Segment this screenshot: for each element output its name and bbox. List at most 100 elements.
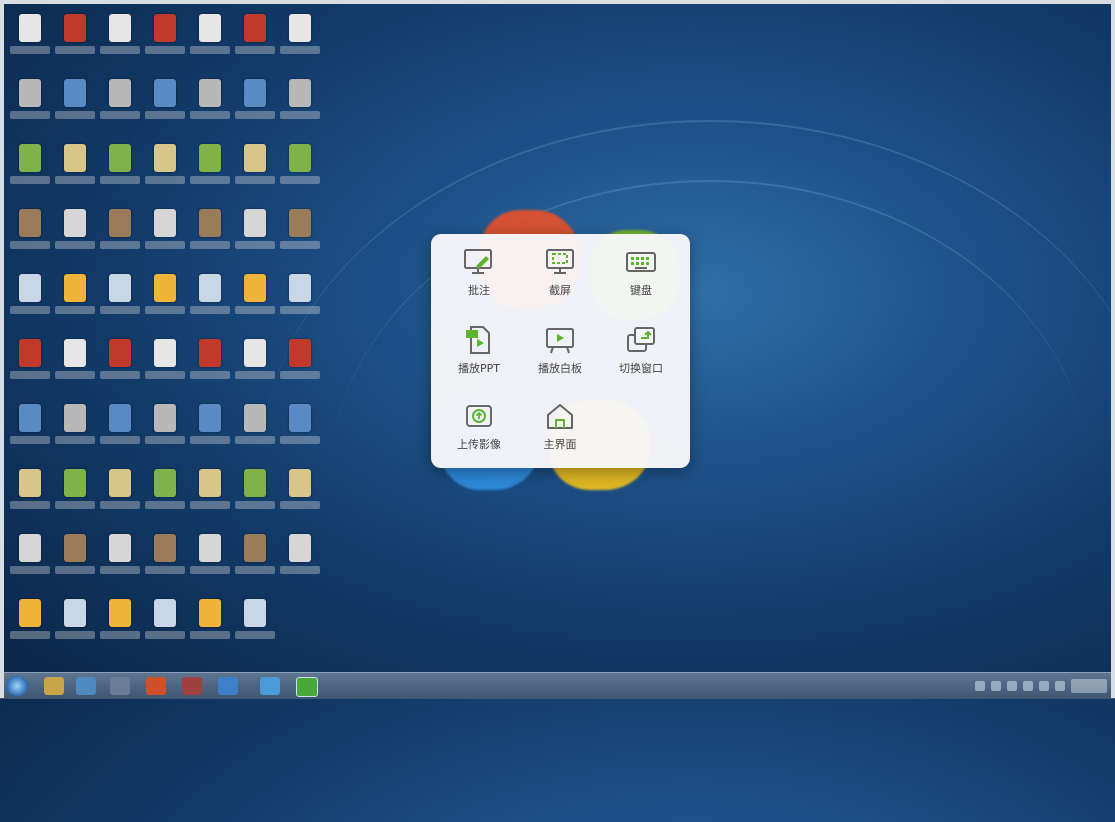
- desktop-shortcut-icon[interactable]: [8, 138, 52, 202]
- desktop-shortcut-icon[interactable]: [53, 463, 97, 527]
- desktop-shortcut-icon[interactable]: [53, 203, 97, 267]
- desktop-shortcut-icon[interactable]: [143, 463, 187, 527]
- file-explorer-icon[interactable]: [44, 677, 64, 695]
- desktop-shortcut-icon[interactable]: [98, 73, 142, 137]
- desktop-shortcut-icon[interactable]: [188, 398, 232, 462]
- desktop-shortcut-icon[interactable]: [53, 528, 97, 592]
- desktop-shortcut-icon[interactable]: [233, 203, 277, 267]
- desktop-shortcut-icon[interactable]: [98, 333, 142, 397]
- desktop-shortcut-icon[interactable]: [8, 398, 52, 462]
- desktop-shortcut-icon[interactable]: [143, 203, 187, 267]
- desktop-shortcut-icon[interactable]: [188, 8, 232, 72]
- desktop-shortcut-icon[interactable]: [233, 73, 277, 137]
- desktop-shortcut-icon[interactable]: [143, 8, 187, 72]
- desktop-shortcut-icon[interactable]: [98, 268, 142, 332]
- desktop-shortcut-icon[interactable]: [53, 333, 97, 397]
- desktop-shortcut-icon[interactable]: [233, 398, 277, 462]
- tray-icon[interactable]: [1039, 681, 1049, 691]
- desktop-shortcut-icon[interactable]: [233, 463, 277, 527]
- desktop-shortcut-icon[interactable]: [143, 268, 187, 332]
- desktop-shortcut-icon[interactable]: [98, 463, 142, 527]
- desktop-shortcut-icon[interactable]: [98, 593, 142, 657]
- desktop-shortcut-icon[interactable]: [188, 268, 232, 332]
- app-icon[interactable]: [296, 677, 318, 697]
- desktop-shortcut-icon[interactable]: [53, 593, 97, 657]
- desktop-shortcut-icon[interactable]: [53, 398, 97, 462]
- desktop-shortcut-icon[interactable]: [188, 73, 232, 137]
- play-ppt-button[interactable]: 播放PPT: [444, 324, 514, 386]
- play-whiteboard-icon: [546, 328, 574, 354]
- desktop-shortcut-icon[interactable]: [233, 333, 277, 397]
- shortcut-label: [100, 306, 140, 314]
- desktop-shortcut-icon[interactable]: [143, 73, 187, 137]
- desktop-shortcut-icon[interactable]: [233, 8, 277, 72]
- desktop-shortcut-icon[interactable]: [98, 528, 142, 592]
- app-icon[interactable]: [110, 677, 130, 695]
- desktop-shortcut-icon[interactable]: [53, 8, 97, 72]
- app-icon[interactable]: [182, 677, 202, 695]
- desktop-shortcut-icon[interactable]: [233, 138, 277, 202]
- desktop-shortcut-icon[interactable]: [233, 593, 277, 657]
- app-icon[interactable]: [218, 677, 238, 695]
- desktop-shortcut-icon[interactable]: [143, 593, 187, 657]
- desktop-shortcut-icon[interactable]: [188, 593, 232, 657]
- desktop-shortcut-icon[interactable]: [53, 138, 97, 202]
- desktop-shortcut-icon[interactable]: [143, 398, 187, 462]
- desktop-shortcut-icon[interactable]: [53, 73, 97, 137]
- desktop-shortcut-icon[interactable]: [8, 593, 52, 657]
- home-button[interactable]: 主界面: [525, 400, 595, 462]
- desktop-shortcut-icon[interactable]: [188, 333, 232, 397]
- start-button[interactable]: [6, 676, 28, 696]
- desktop-shortcut-icon[interactable]: [278, 8, 322, 72]
- desktop-shortcut-icon[interactable]: [143, 333, 187, 397]
- desktop-shortcut-icon[interactable]: [278, 398, 322, 462]
- desktop-shortcut-icon[interactable]: [8, 268, 52, 332]
- desktop-shortcut-icon[interactable]: [8, 528, 52, 592]
- desktop-shortcut-icon[interactable]: [278, 528, 322, 592]
- tray-icon[interactable]: [991, 681, 1001, 691]
- play-ppt-label: 播放PPT: [458, 362, 500, 375]
- upload-image-button[interactable]: 上传影像: [444, 400, 514, 462]
- desktop-shortcut-icon[interactable]: [98, 398, 142, 462]
- desktop-shortcut-icon[interactable]: [98, 138, 142, 202]
- desktop-shortcut-icon[interactable]: [278, 333, 322, 397]
- play-whiteboard-button[interactable]: 播放白板: [525, 324, 595, 386]
- tray-icon[interactable]: [1007, 681, 1017, 691]
- desktop-shortcut-icon[interactable]: [8, 333, 52, 397]
- desktop-shortcut-icon[interactable]: [188, 528, 232, 592]
- desktop-shortcut-icon[interactable]: [8, 8, 52, 72]
- desktop-shortcut-icon[interactable]: [143, 138, 187, 202]
- shortcut-image: [64, 404, 86, 432]
- desktop-shortcut-icon[interactable]: [278, 203, 322, 267]
- desktop-shortcut-icon[interactable]: [233, 528, 277, 592]
- desktop-shortcut-icon[interactable]: [8, 203, 52, 267]
- media-player-icon[interactable]: [76, 677, 96, 695]
- desktop-shortcut-icon[interactable]: [98, 203, 142, 267]
- desktop-shortcut-icon[interactable]: [8, 73, 52, 137]
- shortcut-label: [145, 371, 185, 379]
- browser-icon[interactable]: [260, 677, 280, 695]
- desktop-shortcut-icon[interactable]: [8, 463, 52, 527]
- annotate-button[interactable]: 批注: [444, 246, 514, 308]
- desktop-shortcut-icon[interactable]: [278, 268, 322, 332]
- shortcut-label: [145, 631, 185, 639]
- desktop-shortcut-icon[interactable]: [278, 73, 322, 137]
- switch-window-button[interactable]: 切换窗口: [606, 324, 676, 386]
- desktop-shortcut-icon[interactable]: [98, 8, 142, 72]
- tray-icon[interactable]: [975, 681, 985, 691]
- tray-icon[interactable]: [1055, 681, 1065, 691]
- desktop-shortcut-icon[interactable]: [53, 268, 97, 332]
- desktop-shortcut-icon[interactable]: [143, 528, 187, 592]
- desktop-shortcut-icon[interactable]: [278, 463, 322, 527]
- desktop-shortcut-icon[interactable]: [188, 203, 232, 267]
- desktop-shortcut-icon[interactable]: [233, 268, 277, 332]
- app-icon[interactable]: [146, 677, 166, 695]
- screenshot-button[interactable]: 截屏: [525, 246, 595, 308]
- tray-icon[interactable]: [1023, 681, 1033, 691]
- shortcut-image: [19, 339, 41, 367]
- desktop-shortcut-icon[interactable]: [188, 138, 232, 202]
- clock[interactable]: [1071, 679, 1107, 693]
- keyboard-button[interactable]: 键盘: [606, 246, 676, 308]
- desktop-shortcut-icon[interactable]: [278, 138, 322, 202]
- desktop-shortcut-icon[interactable]: [188, 463, 232, 527]
